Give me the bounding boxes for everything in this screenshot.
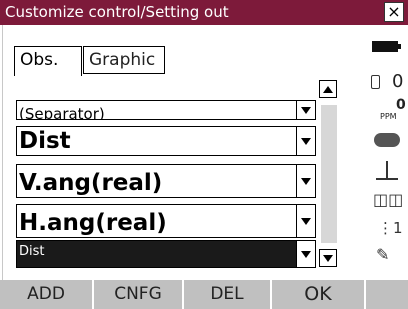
add-button[interactable]: ADD [0,280,94,309]
chevron-down-icon[interactable] [296,165,315,197]
main-panel: Obs. Graphic (Separator) Dist V.ang(real… [2,25,368,280]
scrollbar[interactable] [319,77,339,267]
display-item-list: (Separator) Dist V.ang(real) H.ang(real)… [16,100,316,298]
window-title: Customize control/Setting out [5,3,229,21]
edit-icon[interactable]: ✎ [376,245,389,264]
ppm-label: PPM [380,112,397,121]
instrument-icon[interactable]: ◫◫ [373,190,403,210]
tab-graphic[interactable]: Graphic [83,46,165,74]
battery-icon [372,41,401,52]
tilt-icon[interactable] [374,161,400,181]
scroll-up-button[interactable] [319,80,337,98]
chevron-down-icon[interactable] [296,127,315,155]
ppm-value: 0 [396,97,406,113]
chevron-down-icon[interactable] [296,101,315,119]
config-button[interactable]: CNFG [94,280,184,309]
display-item-row-selected[interactable]: Dist [16,240,316,268]
blank-softkey[interactable] [366,280,408,309]
scrollbar-track[interactable] [321,105,337,243]
close-button[interactable]: × [384,2,404,22]
scroll-down-button[interactable] [319,249,337,267]
delete-button[interactable]: DEL [184,280,272,309]
row-label: H.ang(real) [19,210,167,236]
chevron-down-icon[interactable] [296,205,315,237]
sd-card-icon [371,75,380,89]
softkey-bar: ADD CNFG DEL OK [0,280,408,309]
coordinate-icon[interactable]: ⋮1 [378,219,403,237]
tab-obs[interactable]: Obs. [14,46,82,76]
status-sidebar: 0 0 PPM ◫◫ ⋮1 ✎ [368,25,408,280]
display-item-row[interactable]: H.ang(real) [16,204,316,238]
display-item-row[interactable]: Dist [16,126,316,156]
row-label: (Separator) [19,105,105,120]
chevron-down-icon[interactable] [296,241,315,267]
row-label: Dist [19,128,71,154]
row-label: V.ang(real) [19,170,163,196]
display-item-row[interactable]: (Separator) [16,100,316,120]
row-label: Dist [19,244,45,259]
ok-button[interactable]: OK [272,280,366,309]
display-item-row[interactable]: V.ang(real) [16,164,316,198]
coord-label: 1 [393,219,403,237]
sd-value: 0 [392,71,404,92]
prism-icon[interactable] [374,133,400,147]
title-bar: Customize control/Setting out × [0,0,408,25]
